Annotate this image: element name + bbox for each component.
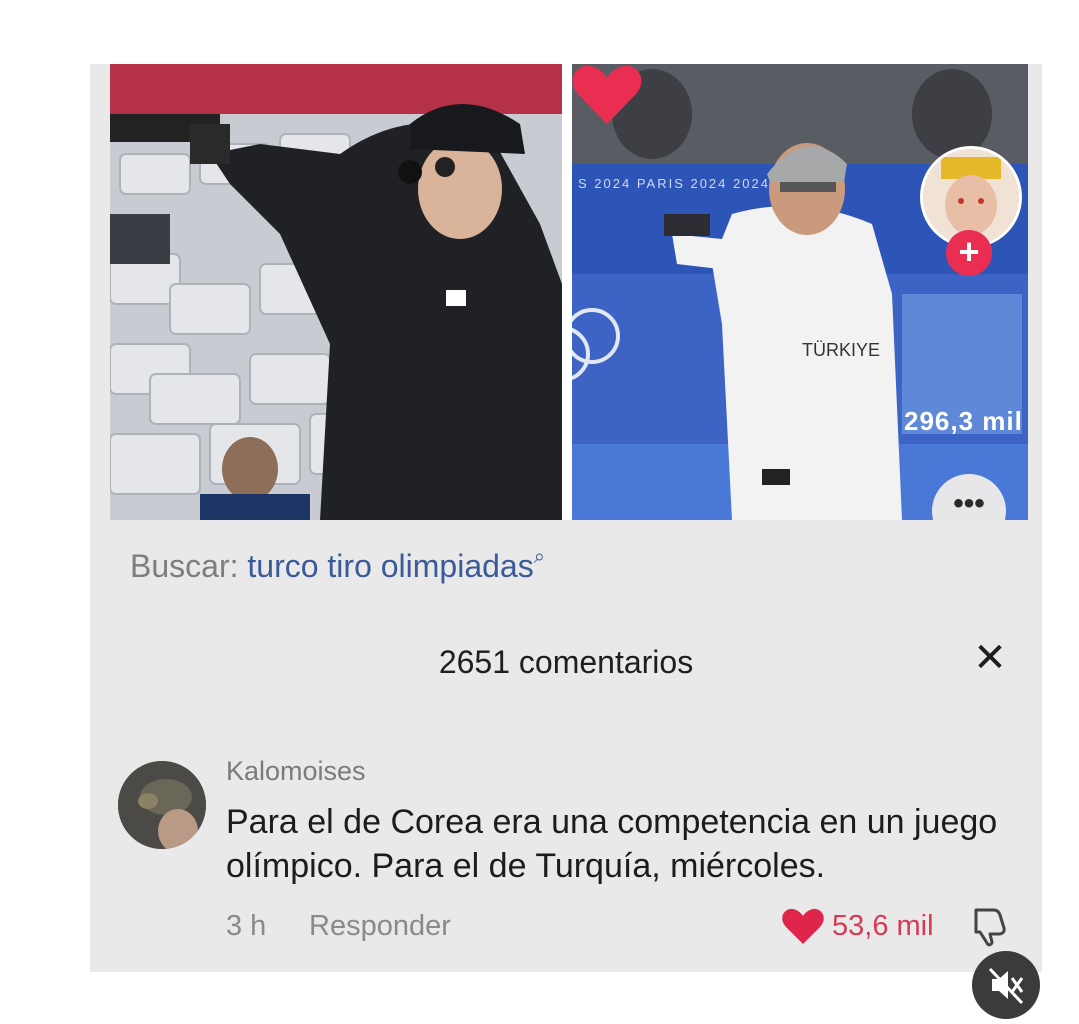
comment-time: 3 h: [226, 910, 267, 942]
video-preview[interactable]: S 2024 PARIS 2024 2024 TÜRKIYE + 296,3 m…: [110, 64, 1028, 520]
reply-button[interactable]: Responder: [309, 910, 451, 943]
comments-count-title: 2651 comentarios: [438, 644, 694, 680]
video-likes-count: 296,3 mil: [904, 406, 1023, 436]
photo-korean-shooter: [110, 64, 562, 520]
dislike-icon[interactable]: [966, 904, 1010, 948]
commenter-avatar-image: [118, 761, 206, 849]
comment-avatar[interactable]: [118, 761, 206, 849]
comment-heart-icon[interactable]: [782, 908, 824, 946]
banner-text: S 2024 PARIS 2024 2024: [578, 176, 770, 191]
comment-likes-count: 53,6 mil: [832, 910, 934, 942]
comment-text: Para el de Corea era una competencia en …: [226, 803, 998, 885]
search-suggestion[interactable]: Buscar: turco tiro olimpiadas⌕: [130, 546, 545, 585]
muted-speaker-icon: [988, 967, 1024, 1005]
tiktok-screenshot-card: S 2024 PARIS 2024 2024 TÜRKIYE + 296,3 m…: [90, 64, 1042, 972]
search-query-link[interactable]: turco tiro olimpiadas: [247, 548, 533, 584]
like-heart-icon[interactable]: [572, 64, 642, 126]
korean-shooter-image: [110, 64, 562, 520]
shirt-text: TÜRKIYE: [802, 340, 880, 360]
photo-turkish-shooter: S 2024 PARIS 2024 2024 TÜRKIYE + 296,3 m…: [572, 64, 1028, 520]
follow-button[interactable]: +: [946, 230, 992, 276]
search-icon: ⌕: [533, 546, 545, 568]
search-label: Buscar:: [130, 548, 239, 584]
turkish-shooter-image: S 2024 PARIS 2024 2024 TÜRKIYE: [572, 64, 1028, 520]
mute-button[interactable]: [972, 951, 1040, 1019]
close-icon[interactable]: ✕: [970, 638, 1010, 678]
comment-author[interactable]: Kalomoises: [226, 756, 366, 787]
